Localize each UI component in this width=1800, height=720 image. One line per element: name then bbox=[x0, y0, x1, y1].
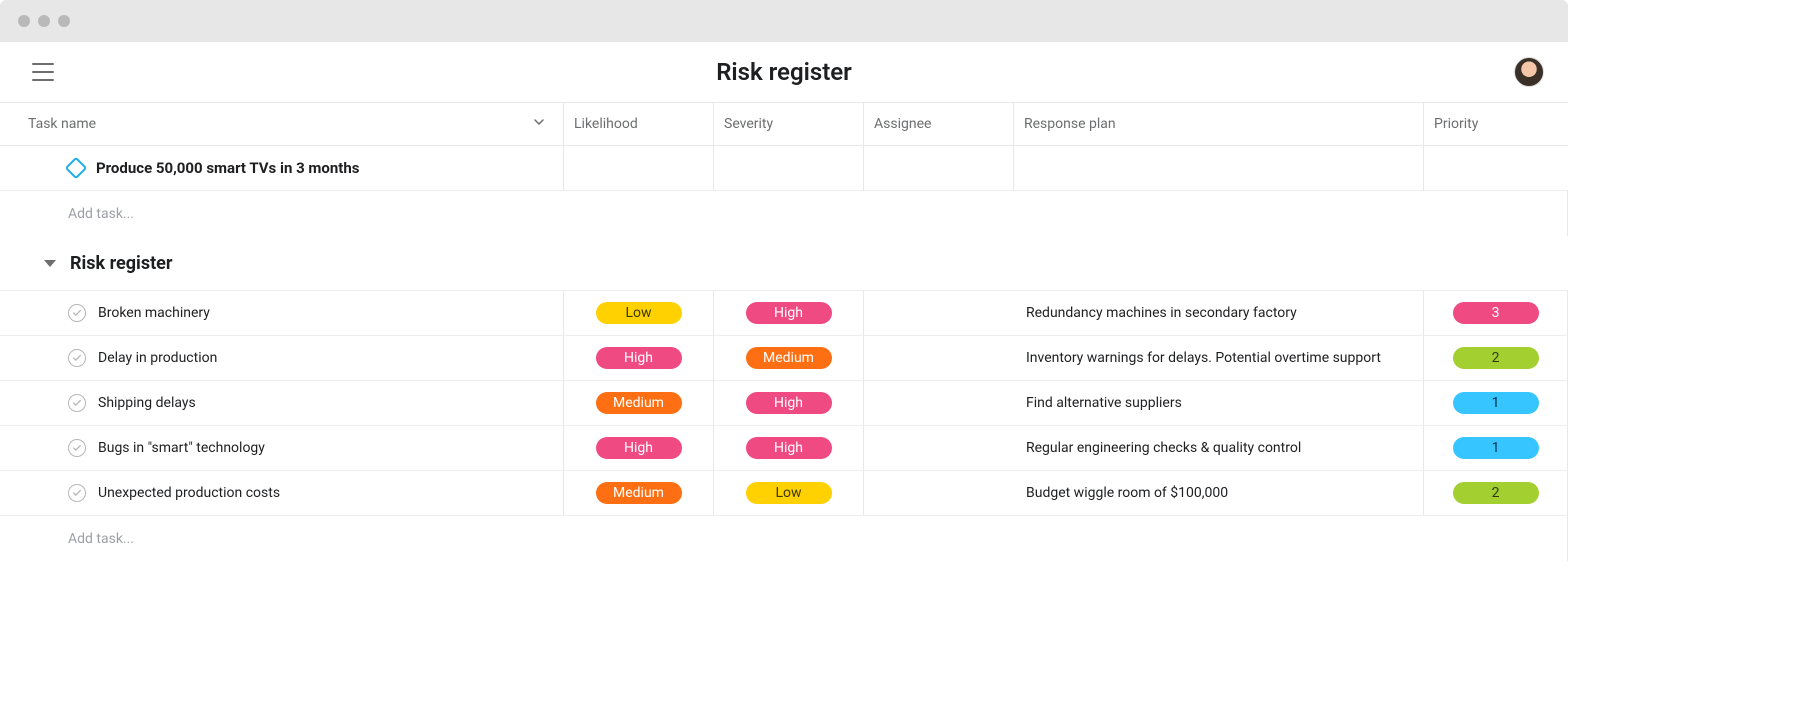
col-task-name[interactable]: Task name bbox=[0, 102, 564, 146]
complete-check-icon[interactable] bbox=[68, 304, 86, 322]
chevron-down-icon[interactable] bbox=[533, 116, 545, 132]
response-cell[interactable]: Inventory warnings for delays. Potential… bbox=[1014, 336, 1424, 381]
priority-pill: 2 bbox=[1453, 482, 1539, 504]
complete-check-icon[interactable] bbox=[68, 349, 86, 367]
task-name: Shipping delays bbox=[98, 395, 196, 411]
task-row[interactable]: Shipping delays bbox=[0, 381, 564, 426]
likelihood-pill: High bbox=[596, 347, 682, 369]
col-response-plan[interactable]: Response plan bbox=[1014, 102, 1424, 146]
add-task-input[interactable]: Add task... bbox=[0, 516, 1568, 561]
task-row[interactable]: Bugs in "smart" technology bbox=[0, 426, 564, 471]
avatar[interactable] bbox=[1514, 57, 1544, 87]
likelihood-cell[interactable]: Medium bbox=[564, 381, 714, 426]
response-text: Regular engineering checks & quality con… bbox=[1026, 440, 1301, 456]
col-priority[interactable]: Priority bbox=[1424, 102, 1568, 146]
milestone-row[interactable]: Produce 50,000 smart TVs in 3 months bbox=[0, 146, 564, 191]
response-text: Redundancy machines in secondary factory bbox=[1026, 305, 1297, 321]
priority-cell[interactable]: 2 bbox=[1424, 471, 1568, 516]
section-caret-icon[interactable] bbox=[44, 260, 56, 267]
traffic-light-min[interactable] bbox=[38, 15, 50, 27]
likelihood-cell[interactable]: Medium bbox=[564, 471, 714, 516]
empty-cell[interactable] bbox=[1014, 146, 1424, 191]
complete-check-icon[interactable] bbox=[68, 484, 86, 502]
likelihood-pill: High bbox=[596, 437, 682, 459]
milestone-name: Produce 50,000 smart TVs in 3 months bbox=[96, 159, 359, 177]
severity-pill: High bbox=[746, 437, 832, 459]
task-name: Unexpected production costs bbox=[98, 485, 280, 501]
empty-cell[interactable] bbox=[714, 146, 864, 191]
empty-cell[interactable] bbox=[864, 146, 1014, 191]
severity-pill: High bbox=[746, 392, 832, 414]
task-row[interactable]: Broken machinery bbox=[0, 291, 564, 336]
traffic-light-close[interactable] bbox=[18, 15, 30, 27]
priority-pill: 1 bbox=[1453, 392, 1539, 414]
response-text: Budget wiggle room of $100,000 bbox=[1026, 485, 1228, 501]
task-grid: Task name Likelihood Severity Assignee R… bbox=[0, 102, 1568, 561]
traffic-light-max[interactable] bbox=[58, 15, 70, 27]
severity-cell[interactable]: High bbox=[714, 291, 864, 336]
assignee-cell[interactable] bbox=[864, 291, 1014, 336]
section-title: Risk register bbox=[70, 253, 172, 274]
col-label: Assignee bbox=[874, 116, 931, 132]
severity-cell[interactable]: High bbox=[714, 426, 864, 471]
task-name: Bugs in "smart" technology bbox=[98, 440, 265, 456]
response-cell[interactable]: Redundancy machines in secondary factory bbox=[1014, 291, 1424, 336]
task-name: Broken machinery bbox=[98, 305, 210, 321]
col-likelihood[interactable]: Likelihood bbox=[564, 102, 714, 146]
task-row[interactable]: Delay in production bbox=[0, 336, 564, 381]
response-cell[interactable]: Budget wiggle room of $100,000 bbox=[1014, 471, 1424, 516]
menu-icon[interactable] bbox=[32, 63, 54, 81]
response-cell[interactable]: Find alternative suppliers bbox=[1014, 381, 1424, 426]
likelihood-cell[interactable]: Low bbox=[564, 291, 714, 336]
priority-cell[interactable]: 1 bbox=[1424, 426, 1568, 471]
col-label: Severity bbox=[724, 116, 773, 132]
col-label: Priority bbox=[1434, 116, 1478, 132]
col-label: Likelihood bbox=[574, 116, 638, 132]
col-label: Response plan bbox=[1024, 116, 1116, 132]
app-window: Risk register Task name Likelihood Sever… bbox=[0, 0, 1568, 720]
priority-pill: 2 bbox=[1453, 347, 1539, 369]
priority-cell[interactable]: 1 bbox=[1424, 381, 1568, 426]
assignee-cell[interactable] bbox=[864, 336, 1014, 381]
priority-cell[interactable]: 3 bbox=[1424, 291, 1568, 336]
severity-pill: Medium bbox=[746, 347, 832, 369]
likelihood-cell[interactable]: High bbox=[564, 336, 714, 381]
mac-titlebar bbox=[0, 0, 1568, 42]
milestone-icon bbox=[65, 157, 88, 180]
likelihood-pill: Medium bbox=[596, 392, 682, 414]
add-task-input[interactable]: Add task... bbox=[0, 191, 1568, 236]
response-cell[interactable]: Regular engineering checks & quality con… bbox=[1014, 426, 1424, 471]
task-name: Delay in production bbox=[98, 350, 217, 366]
section-header[interactable]: Risk register bbox=[0, 236, 1568, 291]
assignee-cell[interactable] bbox=[864, 471, 1014, 516]
response-text: Inventory warnings for delays. Potential… bbox=[1026, 350, 1381, 366]
assignee-cell[interactable] bbox=[864, 426, 1014, 471]
severity-cell[interactable]: Medium bbox=[714, 336, 864, 381]
page-title: Risk register bbox=[716, 58, 852, 86]
severity-cell[interactable]: High bbox=[714, 381, 864, 426]
priority-cell[interactable]: 2 bbox=[1424, 336, 1568, 381]
priority-pill: 1 bbox=[1453, 437, 1539, 459]
likelihood-pill: Low bbox=[596, 302, 682, 324]
severity-pill: High bbox=[746, 302, 832, 324]
priority-pill: 3 bbox=[1453, 302, 1539, 324]
response-text: Find alternative suppliers bbox=[1026, 395, 1182, 411]
col-severity[interactable]: Severity bbox=[714, 102, 864, 146]
severity-pill: Low bbox=[746, 482, 832, 504]
complete-check-icon[interactable] bbox=[68, 394, 86, 412]
empty-cell[interactable] bbox=[1424, 146, 1568, 191]
task-row[interactable]: Unexpected production costs bbox=[0, 471, 564, 516]
complete-check-icon[interactable] bbox=[68, 439, 86, 457]
app-header: Risk register bbox=[0, 42, 1568, 102]
col-assignee[interactable]: Assignee bbox=[864, 102, 1014, 146]
severity-cell[interactable]: Low bbox=[714, 471, 864, 516]
likelihood-cell[interactable]: High bbox=[564, 426, 714, 471]
assignee-cell[interactable] bbox=[864, 381, 1014, 426]
col-label: Task name bbox=[28, 116, 96, 132]
empty-cell[interactable] bbox=[564, 146, 714, 191]
likelihood-pill: Medium bbox=[596, 482, 682, 504]
